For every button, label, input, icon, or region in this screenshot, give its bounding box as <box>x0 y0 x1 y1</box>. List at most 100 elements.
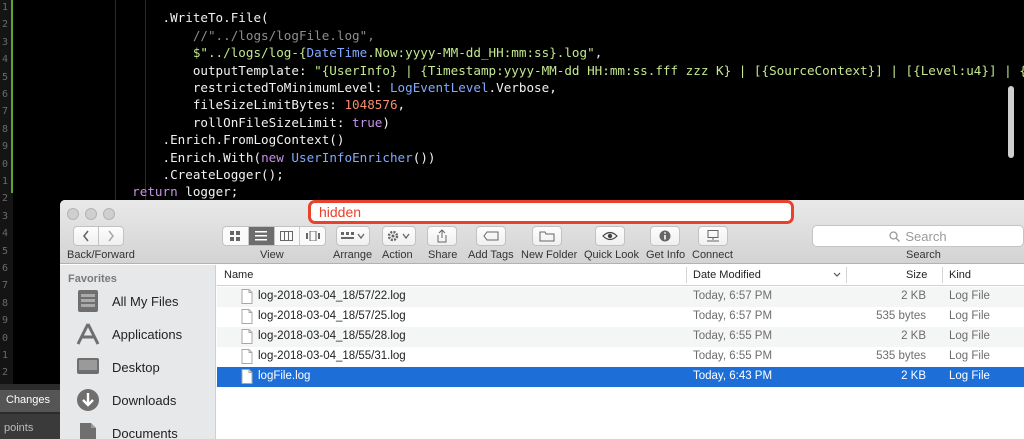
finder-sidebar: Favorites All My Files Applications Desk… <box>60 265 216 439</box>
line-number: 8 <box>2 297 9 309</box>
all-files-icon <box>74 287 102 315</box>
sidebar-item-label: All My Files <box>112 293 179 309</box>
file-list-header: Name Date Modified Size Kind <box>217 265 1024 286</box>
share-button[interactable] <box>427 226 457 246</box>
list-view-button[interactable] <box>248 227 275 245</box>
code-line: rollOnFileSizeLimit: true) <box>26 114 1024 131</box>
code-token: 1048576 <box>344 97 398 113</box>
new-folder-button[interactable] <box>532 226 562 246</box>
search-field[interactable]: Search <box>812 225 1024 247</box>
column-header-kind[interactable]: Kind <box>949 269 971 281</box>
file-kind: Log File <box>949 350 990 362</box>
get-info-button[interactable] <box>650 226 680 246</box>
file-name: log-2018-03-04_18/55/31.log <box>258 350 406 362</box>
column-header-size[interactable]: Size <box>906 269 927 281</box>
code-token: ()) <box>412 149 436 165</box>
sidebar-item-all-my-files[interactable]: All My Files <box>74 286 178 316</box>
file-kind: Log File <box>949 290 990 302</box>
code-token: ) <box>382 114 390 130</box>
view-mode-group[interactable] <box>222 226 326 246</box>
gear-icon <box>387 230 410 242</box>
finder-window: Back/Forward View Arrange Action Share A… <box>60 200 1024 439</box>
change-marker <box>11 52 13 70</box>
sidebar-item-documents[interactable]: Documents <box>74 418 178 439</box>
sidebar-item-label: Documents <box>112 425 178 439</box>
document-icon <box>241 289 253 304</box>
file-size: 535 bytes <box>876 350 926 362</box>
line-number: 5 <box>2 71 9 83</box>
file-date: Today, 6:55 PM <box>693 330 773 342</box>
column-header-name[interactable]: Name <box>224 269 253 281</box>
add-tags-button[interactable] <box>476 226 506 246</box>
line-number: 2 <box>2 19 9 31</box>
column-divider[interactable] <box>942 267 943 283</box>
documents-icon <box>74 419 102 439</box>
sort-chevron-down-icon[interactable] <box>833 272 841 278</box>
file-size: 2 KB <box>901 290 926 302</box>
forward-button[interactable] <box>98 226 124 246</box>
get-info-label: Get Info <box>646 249 686 261</box>
column-divider[interactable] <box>846 267 847 283</box>
file-size: 2 KB <box>901 330 926 342</box>
code-token: .Now:yyyy-MM-dd_HH:mm:ss}.log" <box>367 45 595 61</box>
sidebar-item-label: Applications <box>112 326 183 342</box>
quick-look-button[interactable] <box>595 226 625 246</box>
connect-server-icon <box>707 230 719 242</box>
line-number: 1 <box>2 350 9 361</box>
file-row[interactable]: log-2018-03-04_18/57/25.log Today, 6:57 P… <box>217 307 1024 327</box>
code-token: .CreateLogger(); <box>162 166 284 182</box>
code-token: , <box>397 97 406 113</box>
column-header-date[interactable]: Date Modified <box>693 269 761 281</box>
share-icon <box>437 229 447 243</box>
change-marker <box>11 35 13 53</box>
arrange-button[interactable] <box>336 226 370 246</box>
file-row[interactable]: logFile.log Today, 6:43 PM 2 KB Log File <box>217 367 1024 387</box>
file-size: 535 bytes <box>876 310 926 322</box>
code-line: outputTemplate: "{UserInfo} | {Timestamp… <box>26 62 1024 79</box>
connect-button[interactable] <box>698 226 728 246</box>
change-marker <box>11 157 13 175</box>
changes-tab[interactable]: Changes <box>0 390 60 412</box>
zoom-window-button[interactable] <box>103 208 115 220</box>
code-line: .WriteTo.File( <box>26 9 1024 26</box>
file-date: Today, 6:57 PM <box>693 310 773 322</box>
file-row[interactable]: log-2018-03-04_18/57/22.log Today, 6:57 P… <box>217 287 1024 307</box>
file-row[interactable]: log-2018-03-04_18/55/31.log Today, 6:55 P… <box>217 347 1024 367</box>
sidebar-item-applications[interactable]: Applications <box>74 319 182 349</box>
cover-flow-button[interactable] <box>300 227 325 245</box>
action-button[interactable] <box>382 226 416 246</box>
editor-scrollbar[interactable] <box>1008 86 1014 158</box>
breakpoints-tab[interactable]: points <box>0 414 60 439</box>
code-line: .Enrich.With(new UserInfoEnricher()) <box>26 149 1024 166</box>
file-date: Today, 6:57 PM <box>693 290 773 302</box>
hidden-path-field[interactable]: hidden <box>308 200 794 224</box>
column-view-button[interactable] <box>275 227 301 245</box>
icon-view-button[interactable] <box>223 227 249 245</box>
file-row[interactable]: log-2018-03-04_18/55/28.log Today, 6:55 P… <box>217 327 1024 347</box>
file-list: Name Date Modified Size Kind log-2018-03… <box>217 265 1024 439</box>
sidebar-item-downloads[interactable]: Downloads <box>74 385 176 415</box>
code-token: restrictedToMinimumLevel: <box>192 79 390 95</box>
sidebar-item-desktop[interactable]: Desktop <box>74 352 160 382</box>
change-marker <box>11 0 13 18</box>
back-button[interactable] <box>73 226 99 246</box>
code-line: return logger; <box>26 183 1024 200</box>
column-divider[interactable] <box>686 267 687 283</box>
back-forward-label: Back/Forward <box>67 249 135 261</box>
change-marker <box>11 105 13 123</box>
list-icon <box>255 231 268 241</box>
change-marker <box>11 140 13 158</box>
code-token: .Verbose, <box>488 79 557 95</box>
line-number: 4 <box>2 228 9 240</box>
minimize-window-button[interactable] <box>85 208 97 220</box>
close-window-button[interactable] <box>67 208 79 220</box>
line-number: 7 <box>2 280 9 292</box>
view-label: View <box>260 249 284 261</box>
change-marker <box>11 70 13 88</box>
line-gutter: 1234567890123456789012345 <box>0 0 13 439</box>
file-name: log-2018-03-04_18/57/25.log <box>258 310 406 322</box>
